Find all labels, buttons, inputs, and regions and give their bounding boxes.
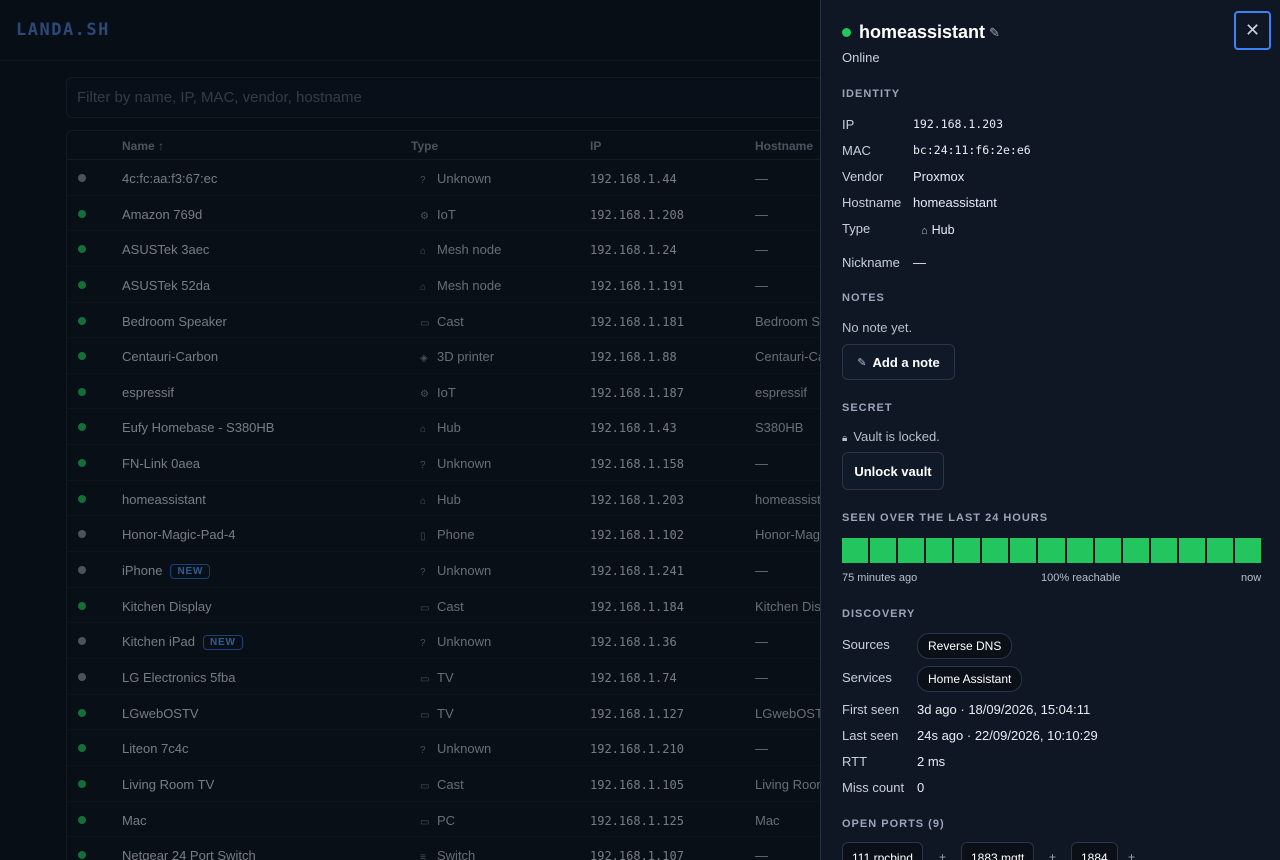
reachability-segment bbox=[1178, 538, 1205, 563]
unlock-vault-button[interactable]: Unlock vault bbox=[842, 452, 944, 490]
discovery-heading: DISCOVERY bbox=[842, 608, 916, 620]
reachability-segment bbox=[1150, 538, 1177, 563]
port-chip[interactable]: 1883 mqtt bbox=[961, 842, 1035, 860]
add-note-button[interactable]: ✎ Add a note bbox=[842, 344, 955, 380]
reachability-segment bbox=[898, 538, 925, 563]
type-label: Type bbox=[842, 221, 871, 236]
last-seen-label: Last seen bbox=[842, 728, 899, 743]
seen-start-label: 75 minutes ago bbox=[842, 572, 918, 584]
device-title: homeassistant bbox=[859, 22, 986, 42]
last-seen-value: 24s ago · 22/09/2026, 10:10:29 bbox=[917, 728, 1098, 743]
hub-icon: ⌂ bbox=[921, 225, 928, 237]
device-detail-drawer: homeassistant ✎ Online ✕ IDENTITY IP 192… bbox=[820, 0, 1280, 860]
source-tag: Reverse DNS bbox=[917, 633, 1013, 659]
seen-heading: SEEN OVER THE LAST 24 HOURS bbox=[842, 512, 1049, 524]
pencil-icon: ✎ bbox=[857, 356, 867, 369]
identity-heading: IDENTITY bbox=[842, 88, 901, 100]
notes-empty-text: No note yet. bbox=[842, 320, 913, 335]
type-selector[interactable]: ⌂ Hub bbox=[913, 220, 963, 240]
reachability-segment bbox=[1234, 538, 1261, 563]
reachability-segment bbox=[1038, 538, 1065, 563]
reachability-segment bbox=[1122, 538, 1149, 563]
close-icon: ✕ bbox=[1244, 20, 1261, 40]
device-status: Online bbox=[842, 50, 880, 65]
expand-port-icon[interactable]: + bbox=[1049, 850, 1056, 860]
seen-reachable-label: 100% reachable bbox=[1041, 572, 1121, 584]
reachability-segment bbox=[1206, 538, 1233, 563]
services-label: Services bbox=[842, 670, 892, 685]
online-status-dot bbox=[842, 28, 851, 37]
hostname-value: homeassistant bbox=[913, 195, 997, 210]
vendor-label: Vendor bbox=[842, 169, 884, 184]
notes-heading: NOTES bbox=[842, 292, 885, 304]
expand-port-icon[interactable]: + bbox=[1128, 850, 1135, 860]
first-seen-value: 3d ago · 18/09/2026, 15:04:11 bbox=[917, 702, 1091, 717]
hostname-label: Hostname bbox=[842, 195, 902, 210]
close-button[interactable]: ✕ bbox=[1234, 11, 1271, 50]
reachability-segment bbox=[926, 538, 953, 563]
nickname-value[interactable]: — bbox=[913, 255, 926, 270]
port-chip[interactable]: 111 rpcbind bbox=[842, 842, 923, 860]
reachability-segment bbox=[982, 538, 1009, 563]
reachability-segment bbox=[870, 538, 897, 563]
reachability-bar bbox=[842, 538, 1261, 563]
miss-count-label: Miss count bbox=[842, 780, 905, 795]
service-tag: Home Assistant bbox=[917, 666, 1023, 692]
seen-end-label: now bbox=[1241, 572, 1262, 584]
open-ports-heading: OPEN PORTS (9) bbox=[842, 818, 945, 830]
reachability-segment bbox=[954, 538, 981, 563]
vault-locked-text: 🔒︎ Vault is locked. bbox=[842, 429, 940, 444]
vault-locked-label: Vault is locked. bbox=[853, 429, 940, 444]
port-chip[interactable]: 1884 bbox=[1071, 842, 1118, 860]
rtt-label: RTT bbox=[842, 754, 868, 769]
rtt-value: 2 ms bbox=[917, 754, 946, 769]
type-value: Hub bbox=[931, 223, 955, 237]
sources-label: Sources bbox=[842, 637, 890, 652]
lock-icon: 🔒︎ bbox=[842, 433, 848, 444]
reachability-segment bbox=[1010, 538, 1037, 563]
ip-label: IP bbox=[842, 117, 855, 132]
vendor-value: Proxmox bbox=[913, 169, 965, 184]
reachability-segment bbox=[1066, 538, 1093, 563]
mac-value: bc:24:11:f6:2e:e6 bbox=[913, 143, 1031, 157]
mac-label: MAC bbox=[842, 143, 871, 158]
first-seen-label: First seen bbox=[842, 702, 900, 717]
nickname-label: Nickname bbox=[842, 255, 900, 270]
secret-heading: SECRET bbox=[842, 402, 893, 414]
expand-port-icon[interactable]: + bbox=[939, 850, 946, 860]
edit-name-icon[interactable]: ✎ bbox=[989, 25, 1000, 41]
reachability-segment bbox=[1094, 538, 1121, 563]
miss-count-value: 0 bbox=[917, 780, 925, 795]
add-note-label: Add a note bbox=[872, 354, 940, 370]
reachability-segment bbox=[842, 538, 869, 563]
ip-value: 192.168.1.203 bbox=[913, 117, 1004, 131]
